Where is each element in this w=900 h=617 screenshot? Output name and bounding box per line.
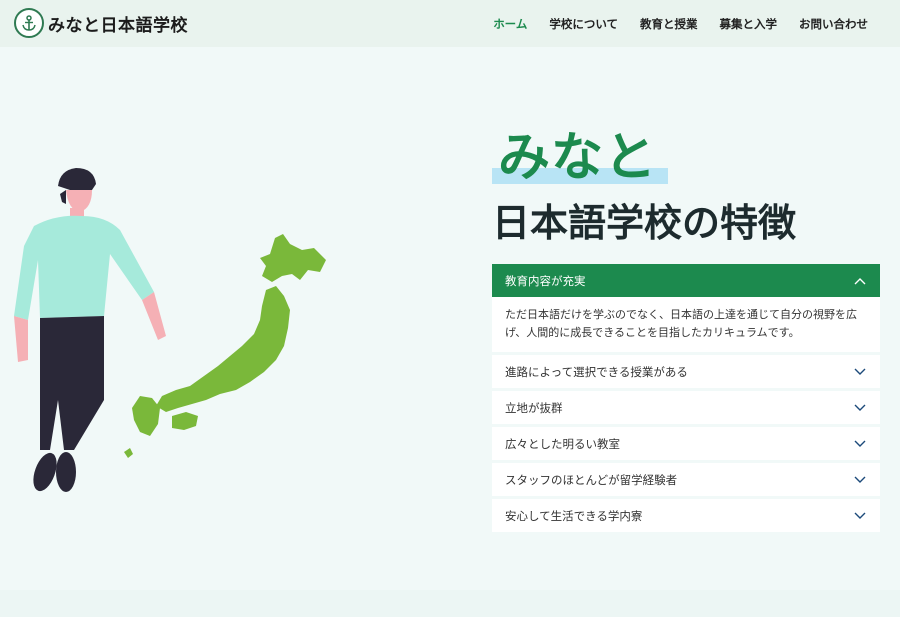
title-line-2: 日本語学校の特徴 (492, 201, 797, 245)
accordion-header-label: 教育内容が充実 (505, 273, 586, 288)
japan-map-icon (124, 234, 326, 458)
hero-top-band (0, 47, 900, 135)
hero-title: みなと 日本語学校の特徴 (492, 128, 892, 246)
accordion-item-classroom[interactable]: 広々とした明るい教室 (492, 427, 880, 460)
site-header: みなと日本語学校 ホーム 学校について 教育と授業 募集と入学 お問い合わせ (0, 0, 900, 47)
accordion-body: ただ日本語だけを学ぶのでなく、日本語の上達を通じて自分の視野を広げ、人間的に成長… (492, 297, 880, 352)
chevron-down-icon (854, 368, 866, 375)
accordion-item-label: スタッフのほとんどが留学経験者 (505, 472, 678, 487)
person-illustration (14, 168, 166, 492)
title-line-1: みなと (498, 128, 658, 188)
main-nav: ホーム 学校について 教育と授業 募集と入学 お問い合わせ (471, 0, 868, 47)
anchor-icon (14, 8, 44, 38)
accordion-item-location[interactable]: 立地が抜群 (492, 391, 880, 424)
accordion-item-staff[interactable]: スタッフのほとんどが留学経験者 (492, 463, 880, 496)
chevron-down-icon (854, 476, 866, 483)
accordion-header-open[interactable]: 教育内容が充実 (492, 264, 880, 297)
accordion-item-label: 立地が抜群 (505, 400, 563, 415)
chevron-down-icon (854, 440, 866, 447)
accordion-item-label: 進路によって選択できる授業がある (505, 364, 688, 379)
chevron-up-icon (854, 277, 866, 284)
nav-item-about[interactable]: 学校について (549, 16, 618, 32)
accordion-item-label: 安心して生活できる学内寮 (505, 508, 643, 523)
accordion-item-dormitory[interactable]: 安心して生活できる学内寮 (492, 499, 880, 532)
nav-item-education[interactable]: 教育と授業 (640, 16, 698, 32)
accordion-item-label: 広々とした明るい教室 (505, 436, 620, 451)
nav-item-contact[interactable]: お問い合わせ (799, 16, 868, 32)
accordion-item-career[interactable]: 進路によって選択できる授業がある (492, 355, 880, 388)
features-accordion: 教育内容が充実 ただ日本語だけを学ぶのでなく、日本語の上達を通じて自分の視野を広… (492, 264, 880, 532)
nav-item-home[interactable]: ホーム (493, 16, 527, 32)
chevron-down-icon (854, 512, 866, 519)
nav-item-admission[interactable]: 募集と入学 (720, 16, 778, 32)
chevron-down-icon (854, 404, 866, 411)
logo-text: みなと日本語学校 (48, 15, 188, 36)
footer-band (0, 590, 900, 617)
site-logo[interactable]: みなと日本語学校 (14, 8, 188, 38)
hero-illustration (0, 150, 340, 510)
